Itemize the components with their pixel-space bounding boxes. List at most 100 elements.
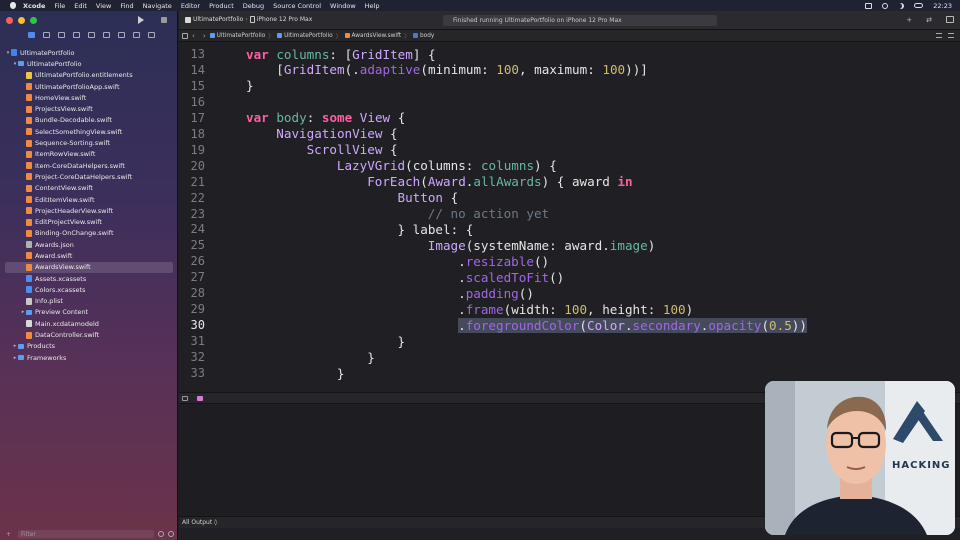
code-line[interactable]: 26 .resizable()	[179, 253, 960, 269]
close-window-button[interactable]	[6, 17, 13, 24]
file-row[interactable]: Info.plist	[0, 296, 178, 307]
menu-view[interactable]: View	[96, 2, 111, 10]
code-line[interactable]: 13 var columns: [GridItem] {	[179, 46, 960, 62]
code-line[interactable]: 19 ScrollView {	[179, 142, 960, 158]
code-line[interactable]: 16	[179, 94, 960, 110]
menu-edit[interactable]: Edit	[74, 2, 87, 10]
code-line[interactable]: 17 var body: some View {	[179, 110, 960, 126]
playback-icon[interactable]	[882, 2, 889, 9]
code-line[interactable]: 22 Button {	[179, 190, 960, 206]
recent-files-icon[interactable]	[158, 531, 164, 537]
breadcrumb-project[interactable]: UltimatePortfolio	[209, 33, 265, 39]
menu-file[interactable]: File	[54, 2, 65, 10]
file-row[interactable]: Binding-OnChange.swift	[0, 228, 178, 239]
file-row[interactable]: Assets.xcassets	[0, 273, 178, 284]
file-row[interactable]: UltimatePortfolioApp.swift	[0, 81, 178, 92]
code-line[interactable]: 15}	[179, 78, 960, 94]
run-button[interactable]	[138, 16, 144, 24]
code-line[interactable]: 14 [GridItem(.adaptive(minimum: 100, maxi…	[179, 62, 960, 78]
apple-menu-icon[interactable]	[9, 2, 17, 10]
file-row[interactable]: ItemRowView.swift	[0, 149, 178, 160]
group-row[interactable]: ▸ Products	[0, 341, 178, 352]
code-line[interactable]: 23 // no action yet	[179, 206, 960, 222]
code-line[interactable]: 20 LazyVGrid(columns: columns) {	[179, 158, 960, 174]
filter-input[interactable]: Filter	[18, 530, 154, 538]
breadcrumb-symbol[interactable]: body	[412, 33, 434, 39]
stop-button[interactable]	[161, 17, 167, 23]
file-row[interactable]: ContentView.swift	[0, 183, 178, 194]
menu-find[interactable]: Find	[120, 2, 133, 10]
breakpoints-toggle-icon[interactable]	[197, 396, 203, 401]
review-changes-button[interactable]: ⇄	[926, 16, 932, 24]
device-name[interactable]: iPhone 12 Pro Max	[257, 16, 313, 23]
source-control-navigator-icon[interactable]	[43, 32, 50, 38]
code-line[interactable]: 21 ForEach(Award.allAwards) { award in	[179, 174, 960, 190]
screen-record-icon[interactable]	[865, 2, 873, 9]
menu-xcode[interactable]: Xcode	[23, 2, 45, 10]
test-navigator-icon[interactable]	[103, 32, 110, 38]
find-navigator-icon[interactable]	[73, 32, 80, 38]
library-button[interactable]: +	[906, 16, 912, 24]
code-line[interactable]: 25 Image(systemName: award.image)	[179, 237, 960, 253]
scheme-selector[interactable]: UltimatePortfolio › iPhone 12 Pro Max	[185, 16, 312, 23]
file-row[interactable]: SelectSomethingView.swift	[0, 126, 178, 137]
breadcrumb-group[interactable]: UltimatePortfolio	[277, 33, 333, 39]
file-row[interactable]: ▸ Preview Content	[0, 307, 178, 318]
code-line[interactable]: 28 .padding()	[179, 285, 960, 301]
moon-icon[interactable]	[898, 3, 904, 9]
menu-product[interactable]: Product	[209, 2, 234, 10]
file-row[interactable]: DataController.swift	[0, 329, 178, 340]
code-line[interactable]: 27 .scaledToFit()	[179, 269, 960, 285]
code-line[interactable]: 24} label: {	[179, 221, 960, 237]
add-file-button[interactable]: +	[6, 531, 14, 538]
back-arrow-icon[interactable]: ‹	[192, 32, 195, 40]
file-row[interactable]: Award.swift	[0, 250, 178, 261]
menu-editor[interactable]: Editor	[181, 2, 200, 10]
zoom-window-button[interactable]	[30, 17, 37, 24]
file-row[interactable]: ProjectHeaderView.swift	[0, 205, 178, 216]
debug-navigator-icon[interactable]	[118, 32, 125, 38]
file-row[interactable]: AwardsView.swift	[5, 261, 173, 273]
file-row[interactable]: EditItemView.swift	[0, 194, 178, 205]
code-line[interactable]: 33}	[179, 365, 960, 381]
breakpoint-navigator-icon[interactable]	[133, 32, 140, 38]
file-row[interactable]: Colors.xcassets	[0, 284, 178, 295]
code-line[interactable]: 18 NavigationView {	[179, 126, 960, 142]
control-center-icon[interactable]	[914, 3, 924, 8]
code-line[interactable]: 32}	[179, 349, 960, 365]
related-items-icon[interactable]	[182, 32, 188, 39]
hide-debug-area-icon[interactable]	[182, 396, 188, 401]
file-row[interactable]: HomeView.swift	[0, 92, 178, 103]
menu-debug[interactable]: Debug	[243, 2, 264, 10]
inspector-toggle-icon[interactable]	[946, 16, 954, 23]
project-navigator-icon[interactable]	[28, 32, 35, 38]
menu-navigate[interactable]: Navigate	[143, 2, 172, 10]
add-editor-icon[interactable]	[948, 33, 954, 38]
breadcrumb-file[interactable]: AwardsView.swift	[344, 33, 401, 39]
code-line[interactable]: 30 .foregroundColor(Color.secondary.opaci…	[179, 317, 960, 333]
file-row[interactable]: Awards.json	[0, 239, 178, 250]
code-line[interactable]: 31}	[179, 333, 960, 349]
minimize-window-button[interactable]	[18, 17, 25, 24]
group-row[interactable]: ▾ UltimatePortfolio	[0, 58, 178, 69]
code-line[interactable]: 29 .frame(width: 100, height: 100)	[179, 301, 960, 317]
file-row[interactable]: Project-CoreDataHelpers.swift	[0, 171, 178, 182]
issue-navigator-icon[interactable]	[88, 32, 95, 38]
project-row[interactable]: ▾ UltimatePortfolio	[0, 47, 178, 58]
menu-help[interactable]: Help	[365, 2, 380, 10]
file-row[interactable]: Sequence-Sorting.swift	[0, 137, 178, 148]
file-row[interactable]: EditProjectView.swift	[0, 216, 178, 227]
report-navigator-icon[interactable]	[148, 32, 155, 38]
file-row[interactable]: ProjectsView.swift	[0, 103, 178, 114]
scm-filter-icon[interactable]	[168, 531, 174, 537]
editor-options-icon[interactable]	[936, 33, 942, 38]
menu-window[interactable]: Window	[330, 2, 356, 10]
file-row[interactable]: Main.xcdatamodeld	[0, 318, 178, 329]
source-editor[interactable]: 13 var columns: [GridItem] {14 [GridItem(.…	[179, 42, 960, 392]
file-row[interactable]: Bundle-Decodable.swift	[0, 115, 178, 126]
menu-source-control[interactable]: Source Control	[273, 2, 321, 10]
file-row[interactable]: Item-CoreDataHelpers.swift	[0, 160, 178, 171]
symbol-navigator-icon[interactable]	[58, 32, 65, 38]
group-row[interactable]: ▸ Frameworks	[0, 352, 178, 363]
output-selector[interactable]: All Output ◊	[182, 519, 217, 526]
